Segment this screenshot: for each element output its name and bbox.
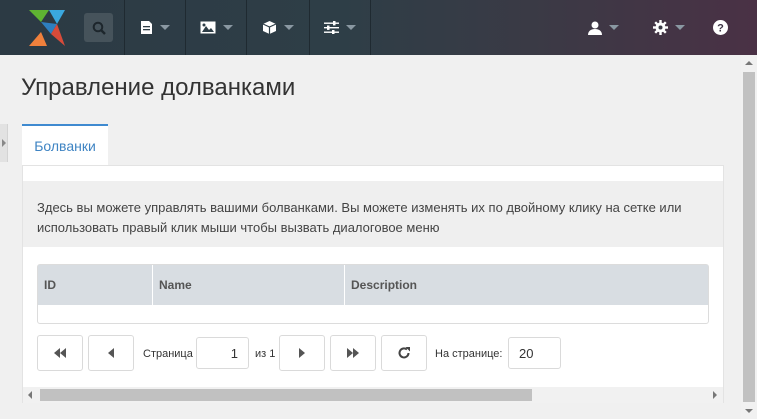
tab-bolvanki[interactable]: Болванки [22, 124, 108, 166]
user-menu[interactable] [578, 0, 628, 55]
column-header-description[interactable]: Description [345, 265, 708, 305]
top-navbar: ? [0, 0, 757, 55]
right-arrow-icon [299, 348, 305, 358]
first-page-button[interactable] [37, 335, 83, 371]
image-icon [200, 21, 215, 34]
search-icon [92, 21, 106, 35]
column-header-id[interactable]: ID [38, 265, 153, 305]
menu-documents[interactable] [125, 0, 185, 55]
menu-media[interactable] [186, 0, 246, 55]
prev-page-button[interactable] [88, 335, 134, 371]
grid-header: ID Name Description [38, 265, 708, 305]
page-title: Управление долванками [21, 74, 296, 101]
panel-description: Здесь вы можете управлять вашими болванк… [23, 181, 723, 247]
per-page-label: На странице: [435, 348, 503, 360]
help-button[interactable]: ? [702, 0, 738, 55]
svg-text:?: ? [717, 23, 724, 35]
double-right-icon [347, 348, 359, 358]
scroll-down-icon[interactable] [745, 409, 753, 413]
sidebar-toggle[interactable] [0, 124, 8, 162]
scroll-up-icon[interactable] [745, 61, 753, 65]
vertical-scrollbar[interactable] [741, 55, 757, 419]
scroll-right-icon[interactable] [713, 391, 717, 399]
sliders-icon [324, 21, 339, 34]
help-icon: ? [712, 20, 728, 35]
menu-packages[interactable] [247, 0, 309, 55]
left-arrow-icon [108, 348, 114, 358]
gear-icon [653, 20, 668, 35]
data-grid[interactable]: ID Name Description [37, 264, 709, 324]
column-header-name[interactable]: Name [153, 265, 345, 305]
horizontal-scrollbar[interactable] [23, 387, 723, 403]
per-page-input[interactable]: 20 [508, 337, 561, 369]
expand-arrow-icon [1, 139, 6, 147]
double-left-icon [54, 348, 66, 358]
scroll-left-icon[interactable] [28, 391, 32, 399]
divider [370, 0, 371, 55]
refresh-button[interactable] [381, 335, 427, 371]
document-icon [141, 21, 152, 34]
page-total-label: из 1 [255, 348, 276, 360]
modx-logo[interactable] [27, 8, 67, 48]
settings-menu[interactable] [644, 0, 694, 55]
next-page-button[interactable] [279, 335, 325, 371]
user-icon [587, 21, 602, 35]
menu-settings[interactable] [310, 0, 370, 55]
refresh-icon [398, 347, 410, 359]
vertical-scroll-thumb[interactable] [743, 72, 755, 402]
page-label: Страница [143, 348, 193, 360]
page-number-input[interactable]: 1 [196, 337, 249, 369]
last-page-button[interactable] [330, 335, 376, 371]
search-button[interactable] [84, 13, 113, 42]
horizontal-scroll-thumb[interactable] [40, 389, 532, 401]
package-icon [262, 21, 277, 34]
